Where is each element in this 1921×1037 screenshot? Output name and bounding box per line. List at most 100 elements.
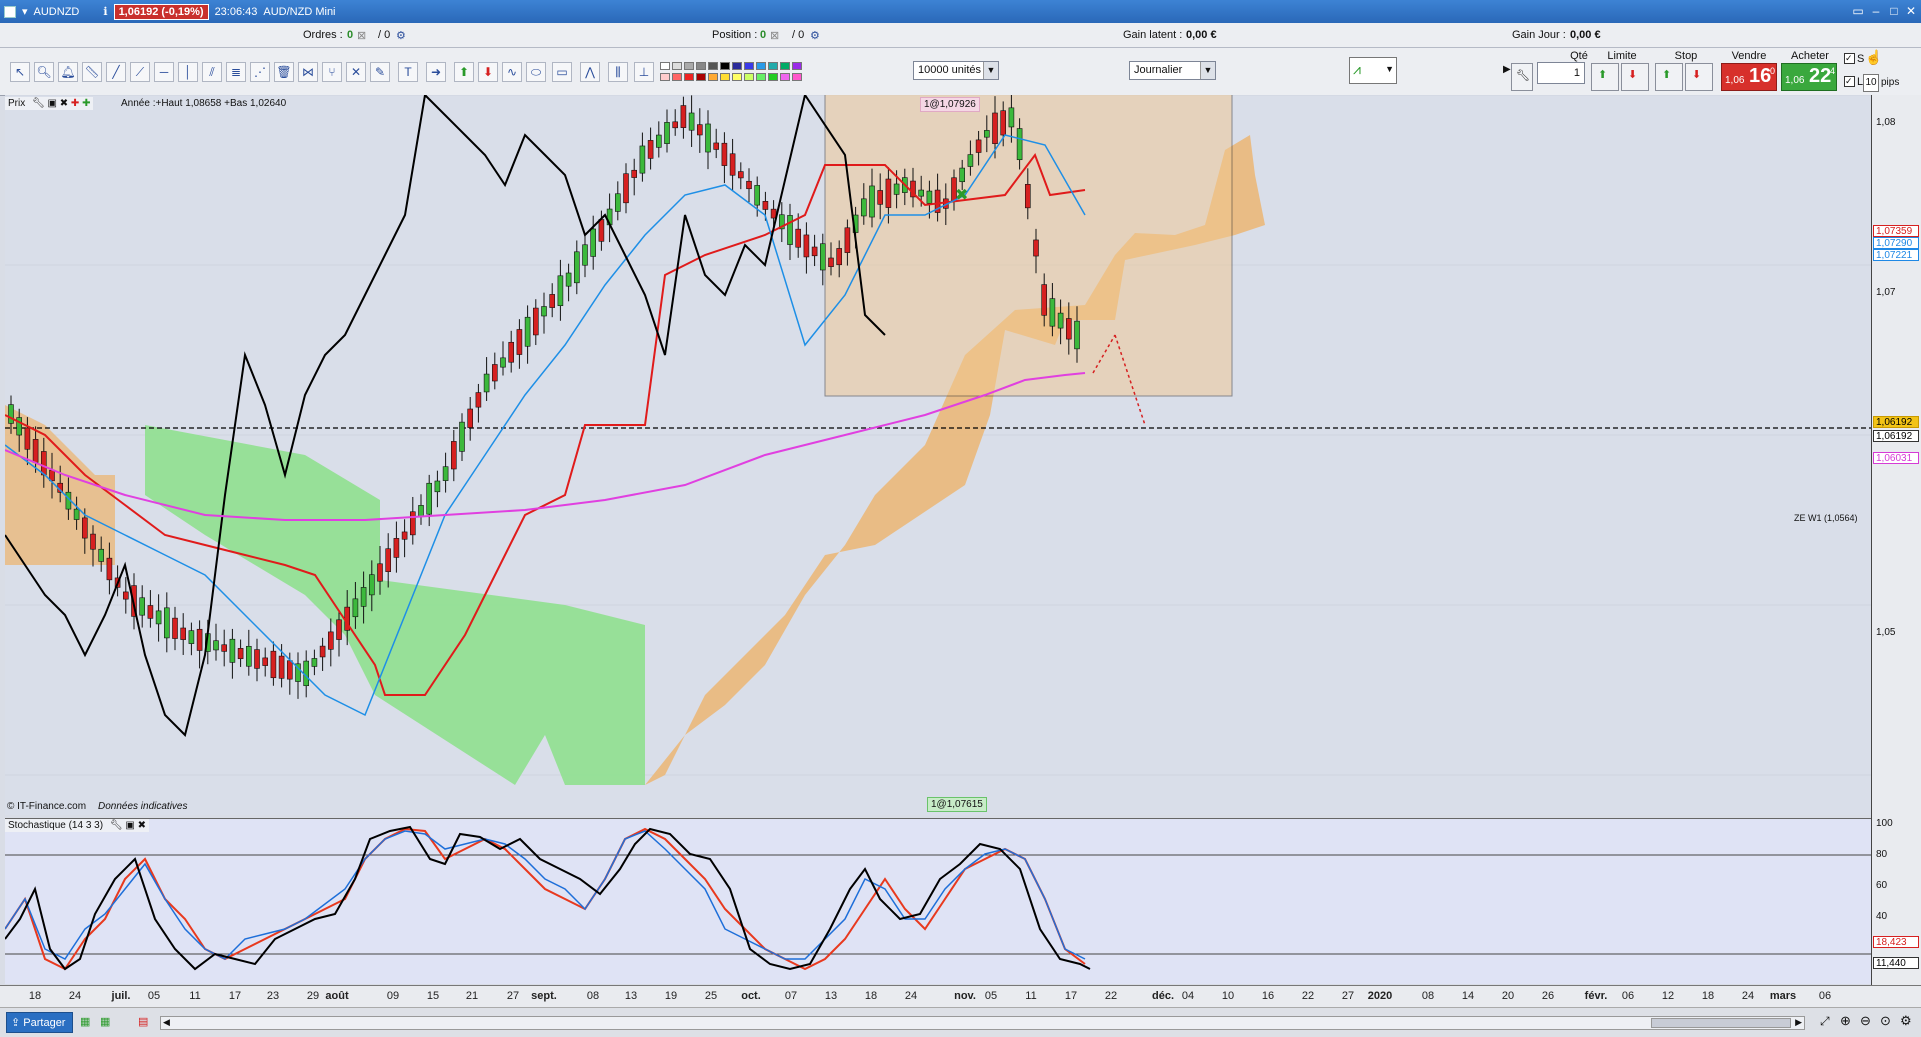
s-checkbox[interactable]: ✓ [1844,53,1855,64]
delete-icon[interactable]: 🗑︎ [274,62,294,82]
order-settings-button[interactable]: 🔧︎ [1511,63,1533,91]
wave-icon[interactable]: ⋀ [580,62,600,82]
stop-sell-button[interactable]: ⬇ [1685,63,1713,91]
zoom-in-icon[interactable]: ⊕ [1840,1013,1851,1029]
candle-body [729,153,736,176]
magnet-icon[interactable]: ⋈ [298,62,318,82]
position-icon[interactable]: ⊠ [770,29,779,42]
table-icon[interactable]: ▦ [80,1015,90,1028]
candle-body [336,619,342,640]
panel-expand-icon[interactable]: ▶ [1503,64,1511,75]
trendline-icon[interactable]: ╱ [106,62,126,82]
info-icon[interactable]: ℹ [103,5,107,18]
zoom-icon[interactable]: 🔍︎ [34,62,54,82]
share-button[interactable]: ⇪ Partager [6,1012,73,1033]
close-icon[interactable]: ✕ [1903,4,1919,18]
ordres-icon[interactable]: ⊠ [357,29,366,42]
title-symbol[interactable]: AUDNZD [34,6,80,18]
y-axis[interactable]: 1,08 1,07 1,05 100 80 60 40 20 1,07359 1… [1871,95,1921,985]
chevron-down-icon: ▼ [1200,62,1215,79]
x-tick: 08 [586,990,600,1002]
candle-body [450,441,457,470]
candle-body [721,142,728,166]
x-tick: 19 [664,990,678,1002]
price-add-icon[interactable]: ✚ [71,98,79,109]
window-icon [4,5,16,18]
price-tools-icon[interactable]: 🔧︎ [32,98,45,109]
hand-icon[interactable]: ☝ [1865,49,1882,66]
fan-icon[interactable]: ⋰ [250,62,270,82]
pitchfork-icon[interactable]: ⑂ [322,62,342,82]
price-window-icon[interactable]: ▣ [48,98,57,109]
pips-field[interactable]: 10 [1863,74,1879,92]
units-select[interactable]: 10000 unités ▼ [913,61,999,80]
position-settings-icon[interactable]: ⚙ [810,29,820,42]
x-tick: 24 [904,990,918,1002]
color-palette[interactable] [660,60,815,86]
x-tick: 11 [1025,990,1037,1002]
ruler-icon[interactable]: 📏︎ [82,62,102,82]
settings-icon[interactable]: ⚙ [1900,1013,1912,1029]
restore-icon[interactable]: ▭ [1850,4,1866,18]
channel-icon[interactable]: ⫽ [202,62,222,82]
bars-pattern-icon[interactable]: ⫼ [608,62,628,82]
list-icon[interactable]: ▤ [138,1015,148,1028]
limite-sell-button[interactable]: ⬇ [1621,63,1649,91]
l-checkbox[interactable]: ✓ [1844,76,1855,87]
stochastic-pane[interactable] [5,818,1871,984]
horizontal-line-icon[interactable]: ─ [154,62,174,82]
curve-icon[interactable]: ∿ [502,62,522,82]
fibonacci-icon[interactable]: ≣ [226,62,246,82]
sell-button[interactable]: 1,06 16 0 [1721,63,1777,91]
candle-body [139,597,145,616]
stoch-close-icon[interactable]: ✖ [138,820,146,831]
ordres-settings-icon[interactable]: ⚙ [396,29,406,42]
cursor-icon[interactable]: ↖ [10,62,30,82]
cross-icon[interactable]: ✕ [346,62,366,82]
zoom-reset-icon[interactable]: ⊙ [1880,1013,1891,1029]
ellipse-icon[interactable]: ⬭ [526,62,546,82]
zoom-out-icon[interactable]: ⊖ [1860,1013,1871,1029]
symbol-dropdown-icon[interactable]: ▾ [22,5,28,18]
candle-body [639,145,646,174]
vertical-line-icon[interactable]: │ [178,62,198,82]
price-chart-pane[interactable]: ✖ [5,95,1871,815]
scroll-thumb[interactable] [1651,1018,1791,1028]
scroll-left-icon[interactable]: ◀ [163,1017,170,1028]
measure-icon[interactable]: ⊥ [634,62,654,82]
text-tool-icon[interactable]: T [398,62,418,82]
buy-price-prefix: 1,06 [1785,75,1805,86]
horizontal-scrollbar[interactable]: ◀ ▶ [160,1016,1805,1030]
stoch-window-icon[interactable]: ▣ [125,820,134,831]
close-price-box: 1,06192 [1873,430,1919,442]
chart-type-button[interactable]: ⩘ ▼ [1349,57,1397,84]
limite-buy-button[interactable]: ⬆ [1591,63,1619,91]
candle-body [278,655,285,679]
candle-body [918,189,925,197]
arrow-down-icon[interactable]: ⬇ [478,62,498,82]
pencil-icon[interactable]: ✎ [370,62,390,82]
ray-icon[interactable]: ⟋ [130,62,150,82]
maximize-icon[interactable]: □ [1886,4,1902,18]
minimize-icon[interactable]: – [1868,4,1884,18]
x-axis[interactable]: 18 24 juil. 05 11 17 23 29 août 09 15 21 27 sept. 08 13… [0,985,1921,1007]
grid-icon[interactable]: ▦ [100,1015,110,1028]
candle-body [590,228,597,257]
arrow-up-icon[interactable]: ⬆ [454,62,474,82]
qte-input[interactable]: 1 [1537,62,1585,84]
price-close-icon[interactable]: ✖ [60,98,68,109]
stop-buy-button[interactable]: ⬆ [1655,63,1683,91]
alert-bell-icon[interactable]: 🔔︎ [58,62,78,82]
arrow-right-icon[interactable]: ➜ [426,62,446,82]
stoch-tools-icon[interactable]: 🔧︎ [110,820,123,831]
price-more-icon[interactable]: ✚ [82,98,90,109]
scroll-right-icon[interactable]: ▶ [1795,1017,1802,1028]
fit-icon[interactable]: ⤢ [1820,1014,1830,1029]
buy-button[interactable]: 1,06 22 4 [1781,63,1837,91]
tenkan-price-box: 1,07221 [1873,249,1919,261]
candle-body [360,587,367,607]
candle-body [426,482,433,515]
period-select[interactable]: Journalier ▼ [1129,61,1216,80]
rectangle-icon[interactable]: ▭ [552,62,572,82]
sell-price-prefix: 1,06 [1725,75,1745,86]
